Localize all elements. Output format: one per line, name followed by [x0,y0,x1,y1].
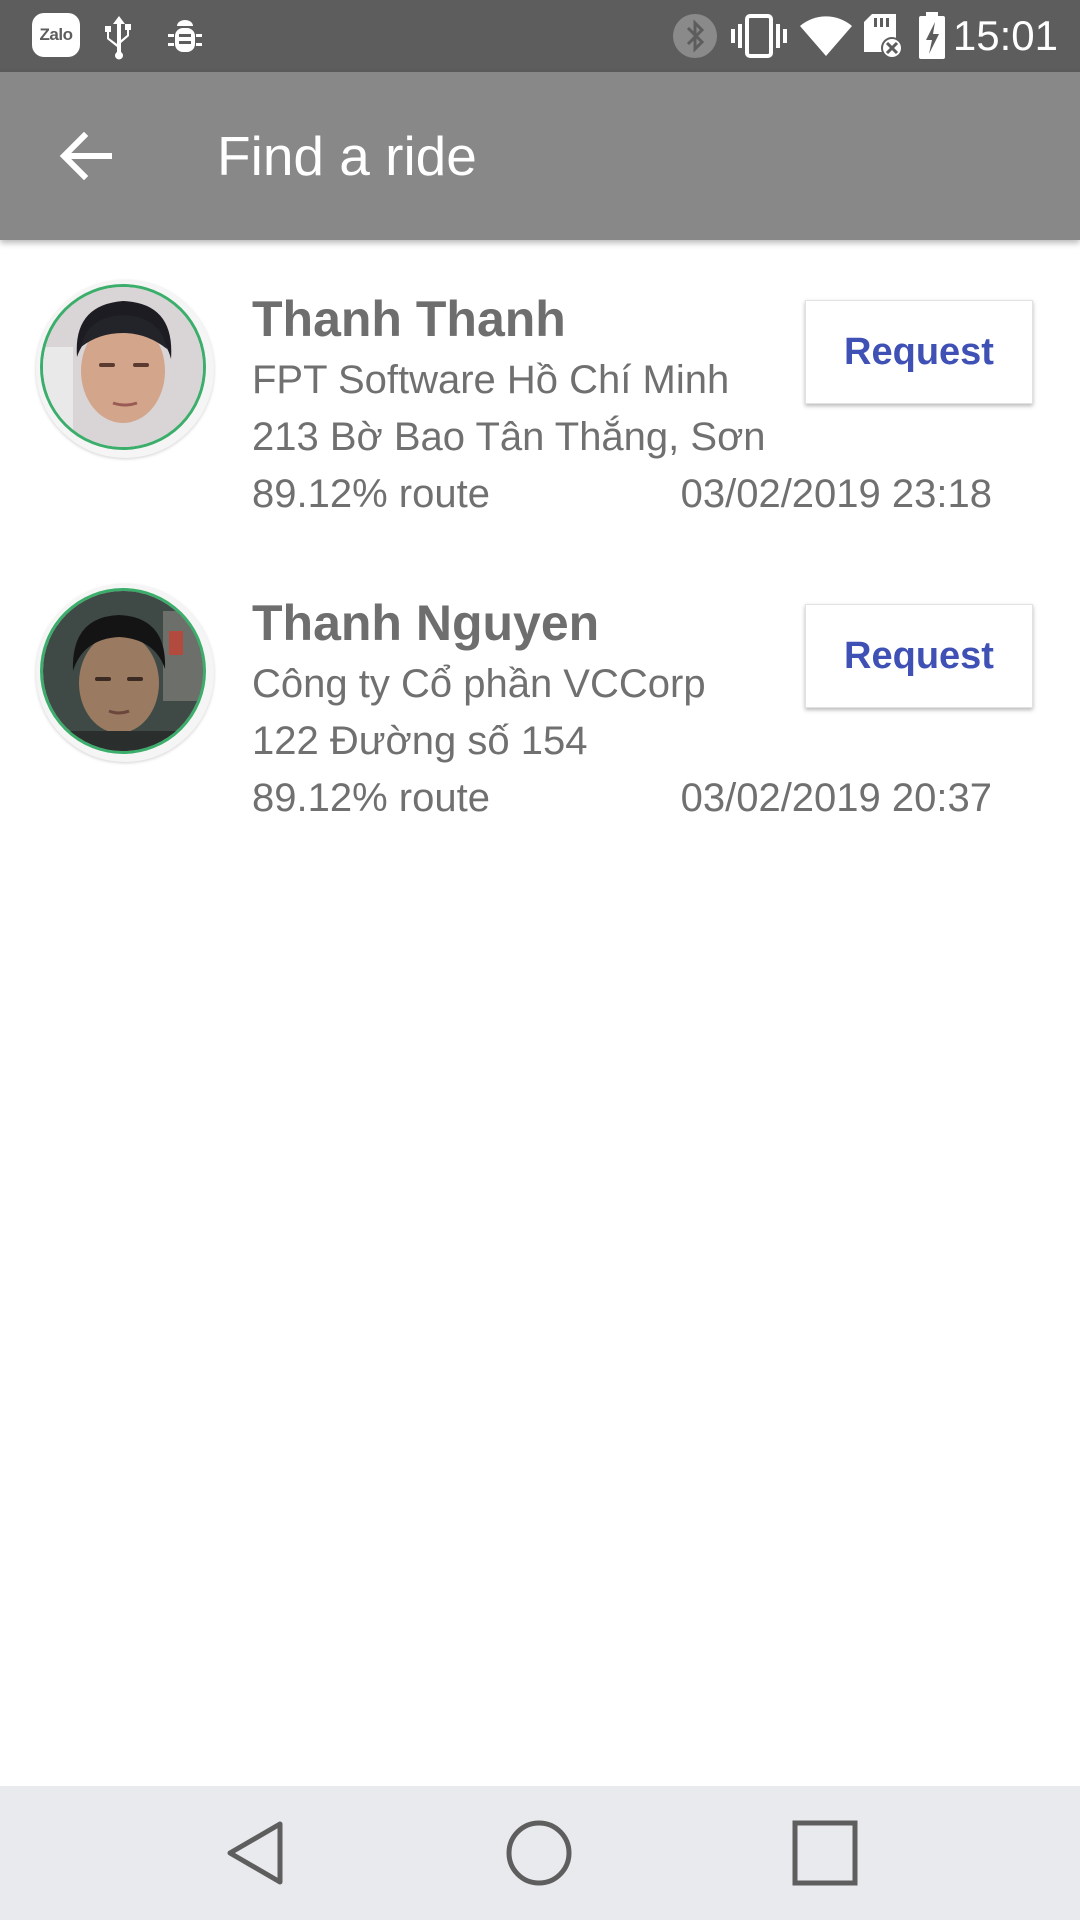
driver-address: 122 Đường số 154 [252,719,588,763]
driver-company: FPT Software Hồ Chí Minh [252,358,730,402]
list-item[interactable]: Thanh Thanh FPT Software Hồ Chí Minh 213… [0,252,1080,552]
ride-datetime: 03/02/2019 20:37 [680,776,992,820]
nav-home-button[interactable] [499,1813,579,1893]
driver-name: Thanh Nguyen [252,595,600,651]
driver-name: Thanh Thanh [252,291,566,347]
recents-square-icon [792,1820,858,1886]
app-bar: Find a ride [0,72,1080,240]
bug-icon [168,20,202,52]
avatar-frame [36,584,214,762]
ride-datetime: 03/02/2019 23:18 [680,472,992,516]
avatar [40,588,206,754]
back-button[interactable] [40,108,130,204]
avatar-frame [36,280,214,458]
avatar-photo [43,591,203,751]
list-item[interactable]: Thanh Nguyen Công ty Cổ phần VCCorp 122 … [0,556,1080,856]
driver-address: 213 Bờ Bao Tân Thắng, Sơn [252,415,766,459]
home-circle-icon [506,1820,572,1886]
vibrate-icon [731,14,787,58]
avatar-photo [43,287,203,447]
bluetooth-icon [673,14,717,58]
driver-company: Công ty Cổ phần VCCorp [252,662,706,706]
arrow-back-icon [59,132,112,180]
battery-charging-icon [919,12,945,59]
route-match: 89.12% route [252,776,490,820]
navigation-bar [0,1786,1080,1920]
nav-recents-button[interactable] [785,1813,865,1893]
request-button[interactable]: Request [805,604,1033,708]
back-triangle-icon [227,1821,283,1885]
status-bar: Zalo 15:01 [0,0,1080,72]
request-button[interactable]: Request [805,300,1033,404]
route-match: 89.12% route [252,472,490,516]
clock: 15:01 [952,12,1058,59]
wifi-icon [800,16,852,56]
avatar [40,284,206,450]
zalo-label: Zalo [39,25,73,44]
usb-icon [105,16,131,60]
zalo-icon: Zalo [32,13,80,57]
sd-card-icon [864,14,903,59]
nav-back-button[interactable] [215,1813,295,1893]
page-title: Find a ride [217,125,477,187]
